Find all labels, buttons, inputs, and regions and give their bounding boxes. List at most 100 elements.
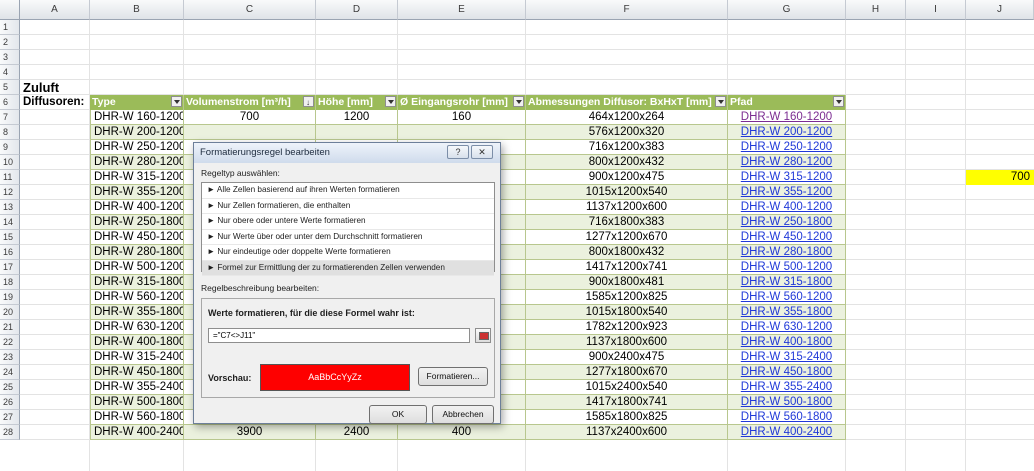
row-header[interactable]: 25 [0,380,20,395]
table-header-cell[interactable]: Type [90,95,184,110]
row-header[interactable]: 27 [0,410,20,425]
path-link[interactable]: DHR-W 500-1800 [728,395,846,410]
ok-button[interactable]: OK [369,405,427,424]
row-header[interactable]: 17 [0,260,20,275]
filter-dropdown-icon[interactable] [715,96,726,107]
row-header[interactable]: 12 [0,185,20,200]
table-header-cell[interactable]: Pfad [728,95,846,110]
path-link[interactable]: DHR-W 250-1800 [728,215,846,230]
row-header[interactable]: 19 [0,290,20,305]
table-cell: 3900 [184,425,316,440]
table-header-cell[interactable]: Volumenstrom [m³/h] [184,95,316,110]
dialog-title: Formatierungsregel bearbeiten [200,147,330,158]
rule-type-list[interactable]: ► Alle Zellen basierend auf ihren Werten… [201,182,495,276]
path-link[interactable]: DHR-W 355-1800 [728,305,846,320]
column-header-c[interactable]: C [184,0,316,20]
row-header[interactable]: 26 [0,395,20,410]
row-header[interactable]: 4 [0,65,20,80]
path-link[interactable]: DHR-W 355-1200 [728,185,846,200]
path-link[interactable]: DHR-W 315-2400 [728,350,846,365]
filter-dropdown-icon[interactable] [385,96,396,107]
row-header[interactable]: 7 [0,110,20,125]
row-header[interactable]: 14 [0,215,20,230]
row-header[interactable]: 22 [0,335,20,350]
row-header[interactable]: 24 [0,365,20,380]
range-select-icon[interactable] [475,328,491,343]
path-link[interactable]: DHR-W 400-1800 [728,335,846,350]
rule-type-item[interactable]: ► Alle Zellen basierend auf ihren Werten… [202,183,494,199]
path-link[interactable]: DHR-W 160-1200 [728,110,846,125]
path-link[interactable]: DHR-W 400-2400 [728,425,846,440]
column-header-a[interactable]: A [20,0,90,20]
row-header[interactable]: 28 [0,425,20,440]
path-link[interactable]: DHR-W 315-1800 [728,275,846,290]
filter-dropdown-icon[interactable] [513,96,524,107]
column-header-b[interactable]: B [90,0,184,20]
row-header[interactable]: 9 [0,140,20,155]
rule-type-item-selected[interactable]: ► Formel zur Ermittlung der zu formatier… [202,260,494,276]
row-header[interactable]: 15 [0,230,20,245]
row-header[interactable]: 3 [0,50,20,65]
table-cell: 1417x1200x741 [526,260,728,275]
column-header-e[interactable]: E [398,0,526,20]
rule-type-item[interactable]: ► Nur Werte über oder unter dem Durchsch… [202,230,494,245]
table-header-cell[interactable]: Ø Eingangsrohr [mm] [398,95,526,110]
table-cell: 1585x1200x825 [526,290,728,305]
row-header[interactable]: 5 [0,80,20,95]
formula-input[interactable]: ="C7<>J11" [208,328,470,343]
path-link[interactable]: DHR-W 280-1800 [728,245,846,260]
row-header[interactable]: 18 [0,275,20,290]
column-header-f[interactable]: F [526,0,728,20]
table-cell: DHR-W 250-1200 [90,140,184,155]
gridline [965,20,966,471]
column-header-h[interactable]: H [846,0,906,20]
path-link[interactable]: DHR-W 560-1200 [728,290,846,305]
dialog-titlebar[interactable]: Formatierungsregel bearbeiten ? ✕ [194,143,500,164]
row-header[interactable]: 2 [0,35,20,50]
table-header-cell[interactable]: Abmessungen Diffusor: BxHxT [mm] [526,95,728,110]
path-link[interactable]: DHR-W 630-1200 [728,320,846,335]
row-header[interactable]: 1 [0,20,20,35]
path-link[interactable]: DHR-W 355-2400 [728,380,846,395]
path-link[interactable]: DHR-W 450-1200 [728,230,846,245]
column-header-j[interactable]: J [966,0,1034,20]
row-header[interactable]: 20 [0,305,20,320]
row-header[interactable]: 8 [0,125,20,140]
cancel-button[interactable]: Abbrechen [432,405,494,424]
gridline [20,79,1034,80]
filter-dropdown-icon[interactable] [833,96,844,107]
column-header-i[interactable]: I [906,0,966,20]
path-link[interactable]: DHR-W 280-1200 [728,155,846,170]
path-link[interactable]: DHR-W 250-1200 [728,140,846,155]
close-button[interactable]: ✕ [471,145,493,159]
row-header[interactable]: 16 [0,245,20,260]
rule-type-item[interactable]: ► Nur obere oder untere Werte formatiere… [202,214,494,230]
format-button[interactable]: Formatieren... [418,367,488,386]
highlighted-cell-j11[interactable]: 700 [966,170,1034,185]
path-link[interactable]: DHR-W 200-1200 [728,125,846,140]
format-preview: AaBbCcYyZz [260,364,410,391]
path-link[interactable]: DHR-W 400-1200 [728,200,846,215]
rule-desc-label: Regelbeschreibung bearbeiten: [201,283,320,293]
row-header[interactable]: 6 [0,95,20,110]
help-button[interactable]: ? [447,145,469,159]
table-cell [398,125,526,140]
table-header-cell[interactable]: Höhe [mm] [316,95,398,110]
row-header[interactable]: 10 [0,155,20,170]
path-link[interactable]: DHR-W 315-1200 [728,170,846,185]
column-header-d[interactable]: D [316,0,398,20]
path-link[interactable]: DHR-W 450-1800 [728,365,846,380]
row-header[interactable]: 21 [0,320,20,335]
sort-filter-icon[interactable] [303,95,314,110]
select-all-corner[interactable] [0,0,20,20]
rule-type-item[interactable]: ► Nur Zellen formatieren, die enthalten [202,199,494,214]
path-link[interactable]: DHR-W 560-1800 [728,410,846,425]
column-header-g[interactable]: G [728,0,846,20]
row-header[interactable]: 23 [0,350,20,365]
path-link[interactable]: DHR-W 500-1200 [728,260,846,275]
row-header[interactable]: 13 [0,200,20,215]
table-cell: DHR-W 400-1200 [90,200,184,215]
row-header[interactable]: 11 [0,170,20,185]
rule-type-item[interactable]: ► Nur eindeutige oder doppelte Werte for… [202,245,494,261]
filter-dropdown-icon[interactable] [171,96,182,107]
